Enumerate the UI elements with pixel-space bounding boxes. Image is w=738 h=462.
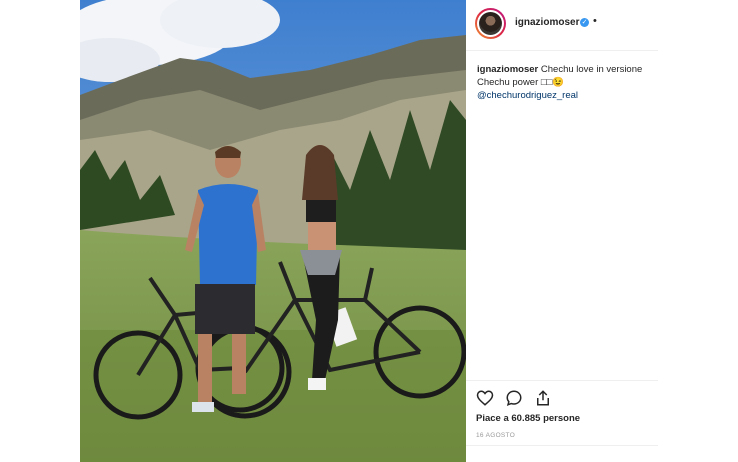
avatar[interactable] — [475, 8, 506, 39]
mountain-bike-photo — [80, 0, 466, 462]
post-header: ignaziomoser ✓ • — [466, 0, 658, 51]
comment-icon[interactable] — [505, 389, 523, 407]
divider — [466, 445, 658, 446]
caption-mention-link[interactable]: @chechurodriguez_real — [477, 90, 578, 101]
likes-count[interactable]: Piace a 60.885 persone — [476, 413, 580, 424]
post-photo[interactable] — [80, 0, 466, 462]
share-icon[interactable] — [534, 389, 552, 407]
dot-separator: • — [593, 15, 597, 27]
post-sidebar: ignaziomoser ✓ • ignaziomoser Chechu lov… — [466, 0, 658, 462]
header-username[interactable]: ignaziomoser — [515, 17, 579, 28]
caption-username[interactable]: ignaziomoser — [477, 64, 538, 75]
instagram-post: ignaziomoser ✓ • ignaziomoser Chechu lov… — [80, 0, 658, 462]
caption-emoji: □□😉 — [540, 77, 565, 88]
post-actions-bar — [466, 380, 658, 411]
avatar-image — [479, 12, 502, 35]
heart-icon[interactable] — [476, 389, 494, 407]
verified-badge-icon: ✓ — [580, 18, 589, 27]
post-date: 16 AGOSTO — [476, 432, 516, 439]
post-caption: ignaziomoser Chechu love in versione Che… — [477, 63, 652, 102]
